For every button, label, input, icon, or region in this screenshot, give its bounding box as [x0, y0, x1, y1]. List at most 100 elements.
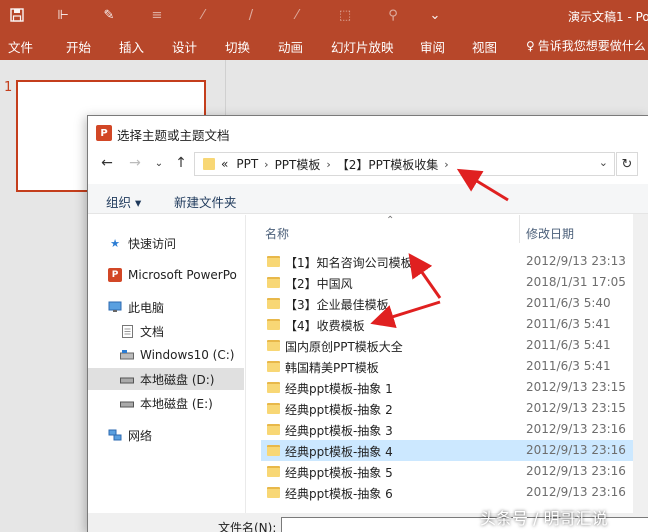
column-divider[interactable]: [519, 215, 520, 243]
folder-icon: [267, 445, 280, 456]
folder-icon: [267, 340, 280, 351]
star-icon: ★: [110, 236, 120, 250]
nav-microsoft-powerpoint[interactable]: P Microsoft PowerPo: [108, 264, 244, 286]
nav-this-pc[interactable]: 此电脑: [108, 296, 244, 318]
organize-button[interactable]: 组织 ▾: [106, 192, 141, 211]
file-row[interactable]: 经典ppt模板-抽象 4 2012/9/13 23:16: [261, 440, 648, 461]
file-name: 经典ppt模板-抽象 6: [285, 487, 393, 501]
nav-label: 网络: [128, 428, 153, 443]
file-name: 经典ppt模板-抽象 1: [285, 382, 393, 396]
chevron-right-icon[interactable]: ›: [444, 158, 448, 171]
chevron-down-icon[interactable]: ⌄: [599, 156, 608, 169]
nav-drive-c[interactable]: Windows10 (C:): [120, 344, 244, 366]
file-name: 韩国精美PPT模板: [285, 361, 379, 375]
brush-icon[interactable]: ✎: [98, 5, 120, 25]
tab-home[interactable]: 开始: [66, 37, 91, 56]
nav-quick-access[interactable]: ★ 快速访问: [108, 232, 244, 254]
folder-icon: [203, 158, 215, 170]
highlighter-icon[interactable]: ⁄: [286, 5, 308, 25]
tell-me-box[interactable]: ♀ 告诉我您想要做什么: [526, 37, 646, 54]
filename-label: 文件名(N):: [218, 521, 277, 532]
file-row[interactable]: 【4】收费模板 2011/6/3 5:41: [261, 314, 648, 335]
breadcrumb-overflow[interactable]: «: [221, 157, 228, 171]
file-row[interactable]: 经典ppt模板-抽象 3 2012/9/13 23:16: [261, 419, 648, 440]
forward-arrow-icon[interactable]: →: [126, 154, 144, 172]
lightbulb-icon: ♀: [526, 38, 535, 53]
breadcrumb-item[interactable]: PPT模板: [275, 156, 321, 173]
tab-transitions[interactable]: 切换: [225, 37, 250, 56]
file-date: 2012/9/13 23:16: [526, 422, 626, 436]
title-bar: ⊩ ✎ ≡ ⁄ / ⁄ ⬚ ⚲ ⌄ 演示文稿1 - Po: [0, 0, 648, 30]
vertical-scrollbar[interactable]: [633, 214, 648, 532]
ribbon-tabs: 文件 开始 插入 设计 切换 动画 幻灯片放映 审阅 视图 ♀ 告诉我您想要做什…: [0, 30, 648, 60]
computer-icon: [108, 300, 122, 314]
format-painter-icon[interactable]: ⊩: [52, 5, 74, 25]
folder-icon: [267, 319, 280, 330]
folder-icon: [267, 382, 280, 393]
folder-icon: [267, 424, 280, 435]
tab-insert[interactable]: 插入: [119, 37, 144, 56]
nav-drive-d[interactable]: 本地磁盘 (D:): [88, 368, 244, 390]
file-name: 【1】知名咨询公司模板: [285, 256, 413, 270]
slide-number: 1: [4, 80, 13, 95]
nav-drive-e[interactable]: 本地磁盘 (E:): [120, 392, 244, 414]
powerpoint-icon: P: [108, 268, 122, 282]
nav-label: 此电脑: [128, 300, 165, 315]
save-icon[interactable]: [6, 5, 28, 25]
customize-qat-icon[interactable]: ⌄: [424, 5, 446, 25]
file-row[interactable]: 国内原创PPT模板大全 2011/6/3 5:41: [261, 335, 648, 356]
file-row[interactable]: 经典ppt模板-抽象 2 2012/9/13 23:15: [261, 398, 648, 419]
nav-network[interactable]: 网络: [108, 424, 244, 446]
folder-icon: [267, 466, 280, 477]
tab-slideshow[interactable]: 幻灯片放映: [331, 37, 394, 56]
file-row[interactable]: 韩国精美PPT模板 2011/6/3 5:41: [261, 356, 648, 377]
document-icon: [120, 324, 134, 338]
pen-icon[interactable]: /: [240, 5, 262, 25]
tab-animations[interactable]: 动画: [278, 37, 303, 56]
file-row[interactable]: 【2】中国风 2018/1/31 17:05: [261, 272, 648, 293]
file-name: 国内原创PPT模板大全: [285, 340, 403, 354]
tab-file[interactable]: 文件: [8, 37, 33, 56]
folder-icon: [267, 256, 280, 267]
drive-icon: [120, 348, 134, 362]
file-name: 经典ppt模板-抽象 4: [285, 445, 393, 459]
new-folder-button[interactable]: 新建文件夹: [174, 192, 237, 211]
eyedropper-icon[interactable]: ⁄: [192, 5, 214, 25]
file-name: 经典ppt模板-抽象 3: [285, 424, 393, 438]
up-arrow-icon[interactable]: ↑: [172, 154, 190, 172]
file-date: 2011/6/3 5:40: [526, 296, 611, 310]
tab-design[interactable]: 设计: [172, 37, 197, 56]
sort-ascending-icon: ⌃: [386, 215, 395, 226]
address-bar[interactable]: « PPT › PPT模板 › 【2】PPT模板收集 › ⌄: [194, 152, 615, 176]
file-name: 经典ppt模板-抽象 2: [285, 403, 393, 417]
file-date: 2012/9/13 23:13: [526, 254, 626, 268]
file-row[interactable]: 【1】知名咨询公司模板 2012/9/13 23:13: [261, 251, 648, 272]
tab-view[interactable]: 视图: [472, 37, 497, 56]
folder-icon: [267, 298, 280, 309]
file-row[interactable]: 经典ppt模板-抽象 5 2012/9/13 23:16: [261, 461, 648, 482]
watermark-text: 头条号 / 明哥汇说: [480, 509, 608, 528]
file-row[interactable]: 经典ppt模板-抽象 1 2012/9/13 23:15: [261, 377, 648, 398]
line-spacing-icon[interactable]: ≡: [146, 5, 168, 25]
chevron-right-icon[interactable]: ›: [264, 158, 268, 171]
breadcrumb-item[interactable]: PPT: [236, 157, 258, 171]
breadcrumb-item[interactable]: 【2】PPT模板收集: [337, 156, 438, 173]
tab-review[interactable]: 审阅: [420, 37, 445, 56]
drive-icon: [120, 372, 134, 386]
file-date: 2011/6/3 5:41: [526, 338, 611, 352]
column-header-name[interactable]: 名称: [265, 225, 289, 242]
folder-icon: [267, 277, 280, 288]
tell-me-label: 告诉我您想要做什么: [537, 39, 646, 53]
network-icon: [108, 428, 122, 442]
chevron-right-icon[interactable]: ›: [326, 158, 330, 171]
lasso-icon[interactable]: ⚲: [382, 5, 404, 25]
select-icon[interactable]: ⬚: [334, 5, 356, 25]
file-row[interactable]: 经典ppt模板-抽象 6 2012/9/13 23:16: [261, 482, 648, 503]
nav-documents[interactable]: 文档: [120, 320, 244, 342]
back-arrow-icon[interactable]: ←: [98, 154, 116, 172]
dialog-title: 选择主题或主题文档: [117, 128, 230, 143]
file-row[interactable]: 【3】企业最佳模板 2011/6/3 5:40: [261, 293, 648, 314]
refresh-icon[interactable]: ↻: [616, 152, 638, 176]
column-header-date[interactable]: 修改日期: [526, 225, 574, 242]
recent-locations-icon[interactable]: ⌄: [150, 154, 168, 172]
